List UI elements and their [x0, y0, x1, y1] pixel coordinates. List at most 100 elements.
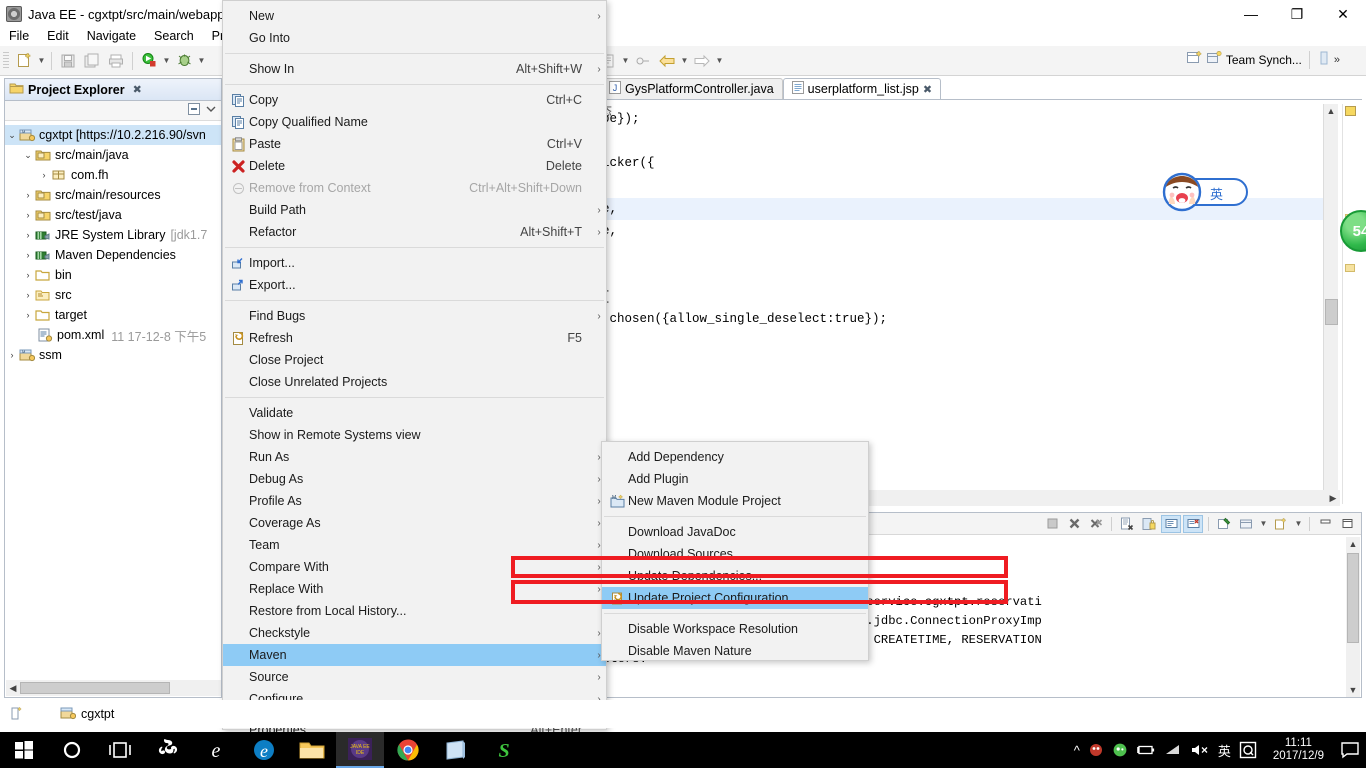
tree-item-bin[interactable]: › bin [5, 265, 221, 285]
minimize-button[interactable]: — [1228, 0, 1274, 28]
scroll-down-icon[interactable]: ▼ [1346, 683, 1360, 697]
team-synchronizing-perspective-icon[interactable] [1206, 50, 1223, 69]
tray-wifi-icon[interactable] [1164, 743, 1182, 757]
explorer-horizontal-scrollbar[interactable]: ◀ [6, 680, 221, 696]
warning-marker[interactable] [1345, 264, 1355, 272]
forward-dropdown-icon[interactable]: ▼ [714, 50, 725, 72]
tree-item-target[interactable]: › target [5, 305, 221, 325]
scroll-right-icon[interactable]: ▶ [1326, 493, 1340, 504]
chevron-right-icon[interactable]: › [21, 210, 35, 220]
tree-item-com-fh[interactable]: › com.fh [5, 165, 221, 185]
context-menu-item-checkstyle[interactable]: Checkstyle › [223, 622, 606, 644]
context-menu-item-new[interactable]: New › [223, 5, 606, 27]
context-menu-item-build-path[interactable]: Build Path › [223, 199, 606, 221]
taskbar-clock[interactable]: 11:11 2017/12/9 [1273, 737, 1324, 763]
show-console-on-output-icon[interactable] [1161, 514, 1181, 533]
chevron-down-icon[interactable]: ⌄ [5, 130, 19, 141]
context-menu-item-paste[interactable]: Paste Ctrl+V [223, 133, 606, 155]
chevron-right-icon[interactable]: › [37, 170, 51, 180]
back-dropdown-icon[interactable]: ▼ [679, 50, 690, 72]
context-menu-item-import[interactable]: Import... [223, 252, 606, 274]
maximize-button[interactable]: ❐ [1274, 0, 1320, 28]
editor-scroll-thumb[interactable] [1325, 299, 1338, 325]
ime-floating-widget[interactable]: 英 [1158, 172, 1248, 212]
submenu-item-disable-maven-nature[interactable]: Disable Maven Nature [602, 640, 868, 662]
run-dropdown-icon[interactable]: ▼ [161, 50, 172, 72]
run-icon[interactable] [138, 50, 160, 72]
sogou-browser-icon[interactable]: S [480, 732, 528, 768]
open-console-icon[interactable] [1271, 515, 1291, 533]
sogou-avatar-icon[interactable] [1158, 172, 1206, 212]
context-menu-item-refactor[interactable]: Refactor Alt+Shift+T › [223, 221, 606, 243]
new-wizard-icon[interactable] [13, 50, 35, 72]
menu-file[interactable]: File [0, 27, 38, 45]
console-vertical-scrollbar[interactable]: ▲ ▼ [1346, 537, 1360, 697]
context-menu-item-close-project[interactable]: Close Project [223, 349, 606, 371]
clear-console-icon[interactable] [1117, 515, 1137, 533]
new-wizard-dropdown-icon[interactable]: ▼ [36, 50, 47, 72]
tray-battery-icon[interactable] [1136, 743, 1156, 757]
tree-item-src[interactable]: › src [5, 285, 221, 305]
tree-item-src-test-java[interactable]: › src/test/java [5, 205, 221, 225]
context-menu-item-copy-qualified-name[interactable]: Copy Qualified Name [223, 111, 606, 133]
back-navigation-icon[interactable] [656, 50, 678, 72]
chrome-icon[interactable] [384, 732, 432, 768]
toolbar-grip[interactable] [3, 51, 9, 70]
chevron-right-icon[interactable]: › [21, 290, 35, 300]
ime-language-label[interactable]: 英 [1210, 184, 1223, 203]
debug-dropdown-icon[interactable]: ▼ [196, 50, 207, 72]
tree-item-pom-xml[interactable]: pom.xml 11 17-12-8 下午5 [5, 325, 221, 345]
context-menu-item-profile-as[interactable]: Profile As › [223, 490, 606, 512]
editor-overview-ruler[interactable] [1342, 104, 1358, 504]
menu-search[interactable]: Search [145, 27, 203, 45]
remove-all-launches-icon[interactable] [1086, 515, 1106, 533]
editor-vertical-scrollbar[interactable]: ▲ ▼ [1323, 104, 1338, 504]
context-menu-item-run-as[interactable]: Run As › [223, 446, 606, 468]
context-menu-item-find-bugs[interactable]: Find Bugs › [223, 305, 606, 327]
perspective-overflow-icon[interactable]: » [1334, 54, 1340, 66]
tray-ime-icon[interactable]: 英 [1218, 741, 1231, 760]
tree-item-jre-system-library[interactable]: › JRE System Library [jdk1.7 [5, 225, 221, 245]
tree-item-ssm[interactable]: › M ssm [5, 345, 221, 365]
scroll-up-icon[interactable]: ▲ [1324, 104, 1338, 118]
context-menu-item-export[interactable]: Export... [223, 274, 606, 296]
tree-item-src-main-resources[interactable]: › src/main/resources [5, 185, 221, 205]
chevron-down-icon[interactable]: ⌄ [21, 150, 35, 161]
debug-icon[interactable] [173, 50, 195, 72]
team-synch-label[interactable]: Team Synch... [1226, 53, 1302, 67]
display-console-dropdown-icon[interactable]: ▼ [1258, 513, 1269, 535]
tray-antivirus-icon[interactable] [1088, 742, 1104, 758]
context-menu-item-debug-as[interactable]: Debug As › [223, 468, 606, 490]
minimize-icon[interactable] [1315, 515, 1335, 533]
context-menu-item-go-into[interactable]: Go Into [223, 27, 606, 49]
view-menu-icon[interactable] [205, 102, 217, 119]
scroll-left-icon[interactable]: ◀ [6, 683, 20, 694]
context-menu-item-show-in[interactable]: Show In Alt+Shift+W › [223, 58, 606, 80]
context-menu[interactable]: New › Go Into Show In Alt+Shift+W › Copy… [222, 0, 607, 737]
editor-tab-gysplatformcontroller[interactable]: J GysPlatformController.java [600, 78, 783, 99]
close-button[interactable]: ✕ [1320, 0, 1366, 28]
java-ee-perspective-icon[interactable] [1317, 50, 1331, 69]
menu-navigate[interactable]: Navigate [78, 27, 145, 45]
close-icon[interactable]: ✖ [923, 83, 932, 96]
context-menu-item-maven[interactable]: Maven › [223, 644, 606, 666]
chevron-right-icon[interactable]: › [21, 230, 35, 240]
context-menu-item-close-unrelated-projects[interactable]: Close Unrelated Projects [223, 371, 606, 393]
remove-launch-icon[interactable] [1064, 515, 1084, 533]
cortana-search-icon[interactable] [48, 732, 96, 768]
warning-marker[interactable] [1345, 106, 1356, 116]
chevron-right-icon[interactable]: › [21, 250, 35, 260]
submenu-item-new-maven-module-project[interactable]: M New Maven Module Project [602, 490, 868, 512]
menu-edit[interactable]: Edit [38, 27, 78, 45]
file-explorer-icon[interactable] [288, 732, 336, 768]
terminate-icon[interactable] [1042, 515, 1062, 533]
context-menu-item-validate[interactable]: Validate [223, 402, 606, 424]
eclipse-icon[interactable]: JAVA EE IDE [336, 732, 384, 768]
context-menu-item-coverage-as[interactable]: Coverage As › [223, 512, 606, 534]
submenu-item-add-dependency[interactable]: Add Dependency [602, 446, 868, 468]
context-menu-item-refresh[interactable]: Refresh F5 [223, 327, 606, 349]
show-console-on-error-icon[interactable] [1183, 514, 1203, 533]
context-menu-item-team[interactable]: Team › [223, 534, 606, 556]
tree-item-src-main-java[interactable]: ⌄ src/main/java [5, 145, 221, 165]
submenu-item-disable-workspace-resolution[interactable]: Disable Workspace Resolution [602, 618, 868, 640]
